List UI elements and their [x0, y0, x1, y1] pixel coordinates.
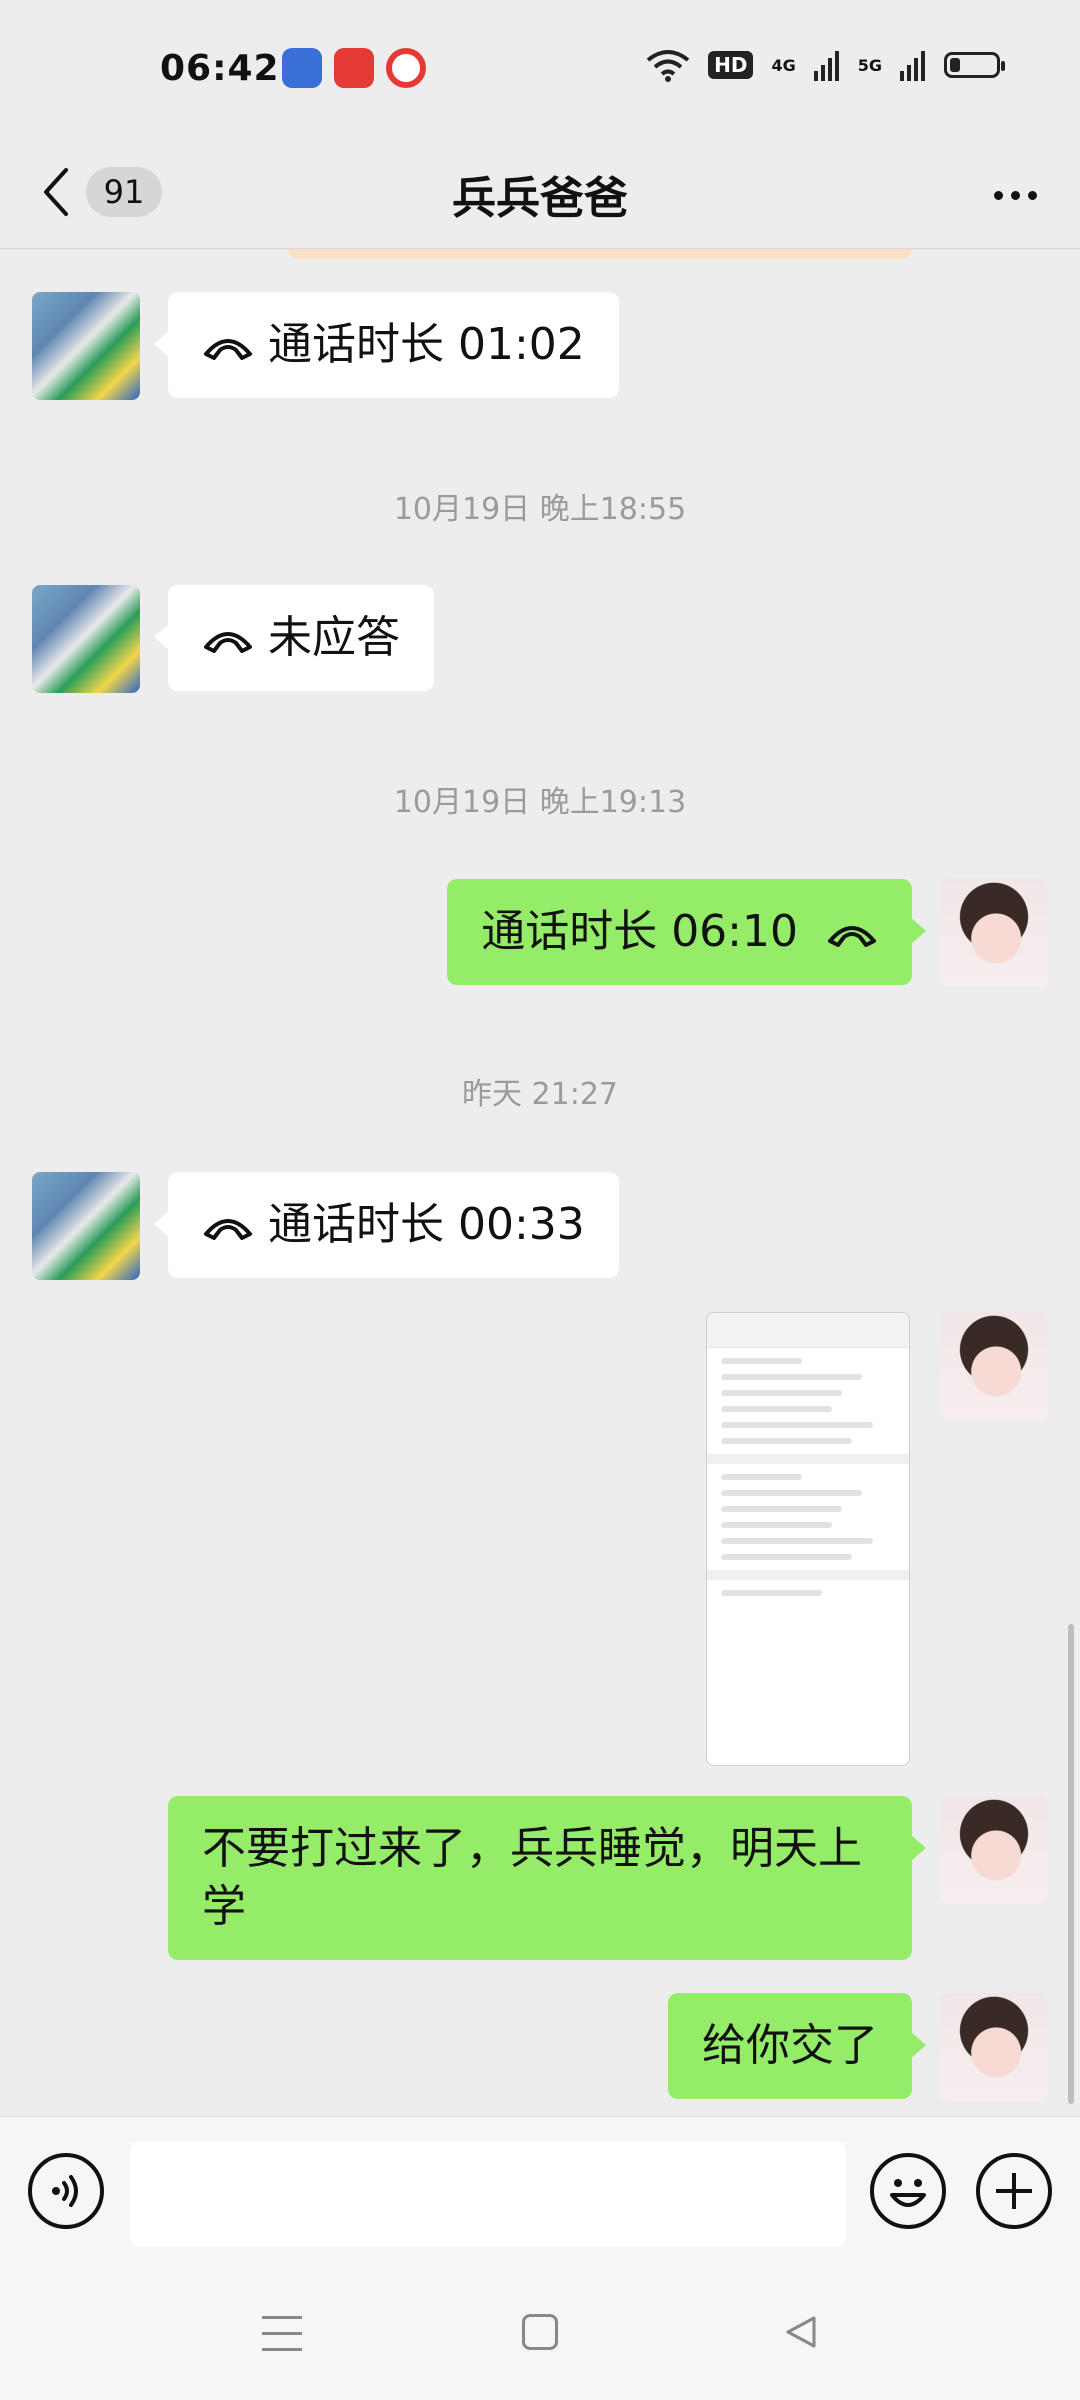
status-bar: 06:42 HD 4G 5G [0, 0, 1080, 140]
chat-header: 91 兵兵爸爸 [0, 140, 1080, 249]
music-app-icon [386, 48, 426, 88]
call-duration-text: 通话时长 00:33 [268, 1199, 585, 1250]
call-record-bubble[interactable]: 通话时长 00:33 [154, 1172, 619, 1278]
signal-icon [900, 51, 925, 81]
emoji-button[interactable] [870, 2153, 946, 2229]
scrollbar[interactable] [1068, 1624, 1074, 2104]
call-record-bubble[interactable]: 通话时长 06:10 [447, 879, 926, 985]
my-avatar[interactable] [940, 879, 1048, 987]
input-bar [0, 2116, 1080, 2277]
notification-icons [282, 48, 426, 88]
baidu-app-icon [282, 48, 322, 88]
thumbnail-line [721, 1374, 863, 1380]
timestamp: 昨天 21:27 [462, 1077, 618, 1112]
my-avatar[interactable] [940, 1993, 1048, 2101]
thumbnail-line [721, 1438, 853, 1444]
thumbnail-line [721, 1590, 822, 1596]
my-avatar[interactable] [940, 1796, 1048, 1904]
contact-avatar[interactable] [32, 1172, 140, 1280]
call-record-bubble[interactable]: 通话时长 01:02 [154, 292, 619, 398]
hd-icon: HD [708, 51, 754, 79]
call-record-bubble[interactable]: 未应答 [154, 585, 434, 691]
thumbnail-line [721, 1554, 853, 1560]
page-title: 兵兵爸爸 [452, 173, 628, 224]
more-actions-button[interactable] [976, 2153, 1052, 2229]
thumbnail-header [707, 1313, 909, 1348]
voice-input-button[interactable] [28, 2153, 104, 2229]
status-time: 06:42 [160, 48, 280, 89]
system-nav-bar [0, 2276, 1080, 2400]
call-duration-text: 通话时长 06:10 [481, 906, 798, 957]
contact-avatar[interactable] [32, 292, 140, 400]
status-indicators: HD 4G 5G [646, 48, 1005, 82]
timestamp: 10月19日 晚上18:55 [393, 492, 687, 527]
thumbnail-separator [707, 1570, 909, 1580]
call-duration-text: 通话时长 01:02 [268, 319, 585, 370]
thumbnail-line [721, 1506, 843, 1512]
thumbnail-line [721, 1474, 802, 1480]
timestamp: 10月19日 晚上19:13 [393, 785, 687, 820]
pinned-banner-edge [288, 249, 912, 259]
phone-icon [204, 1219, 252, 1240]
signal-icon [813, 51, 839, 81]
network-4g-label: 4G [771, 55, 796, 75]
phone-icon [204, 632, 252, 653]
phone-icon [828, 926, 876, 947]
text-message-bubble[interactable]: 不要打过来了，兵兵睡觉，明天上学 [168, 1796, 926, 1960]
message-text: 不要打过来了，兵兵睡觉，明天上学 [202, 1823, 862, 1932]
smiley-icon [890, 2179, 926, 2207]
more-options-button[interactable] [980, 170, 1050, 220]
missed-call-text: 未应答 [268, 612, 400, 663]
wifi-icon [646, 50, 690, 82]
dot [1027, 190, 1037, 200]
thumbnail-line [721, 1490, 863, 1496]
video-app-icon [334, 48, 374, 88]
battery-icon [944, 52, 1005, 78]
dot [1010, 190, 1020, 200]
dot [993, 190, 1003, 200]
phone-icon [204, 339, 252, 360]
network-5g-label: 5G [857, 55, 882, 75]
menu-icon[interactable] [262, 2316, 302, 2352]
thumbnail-line [721, 1406, 833, 1412]
home-icon[interactable] [522, 2314, 558, 2350]
message-input[interactable] [130, 2141, 846, 2247]
my-avatar[interactable] [940, 1312, 1048, 1420]
contact-avatar[interactable] [32, 585, 140, 693]
back-triangle-icon[interactable] [780, 2312, 820, 2352]
image-message-thumbnail[interactable] [706, 1312, 910, 1766]
thumbnail-line [721, 1522, 833, 1528]
thumbnail-line [721, 1390, 843, 1396]
thumbnail-separator [707, 1454, 909, 1464]
message-text: 给你交了 [702, 2020, 878, 2071]
text-message-bubble[interactable]: 给你交了 [668, 1993, 926, 2099]
thumbnail-line [721, 1538, 873, 1544]
message-list[interactable]: 通话时长 01:02 10月19日 晚上18:55 未应答 10月19日 晚上1… [0, 249, 1080, 2115]
thumbnail-line [721, 1358, 802, 1364]
voice-icon [52, 2175, 78, 2207]
thumbnail-line [721, 1422, 873, 1428]
